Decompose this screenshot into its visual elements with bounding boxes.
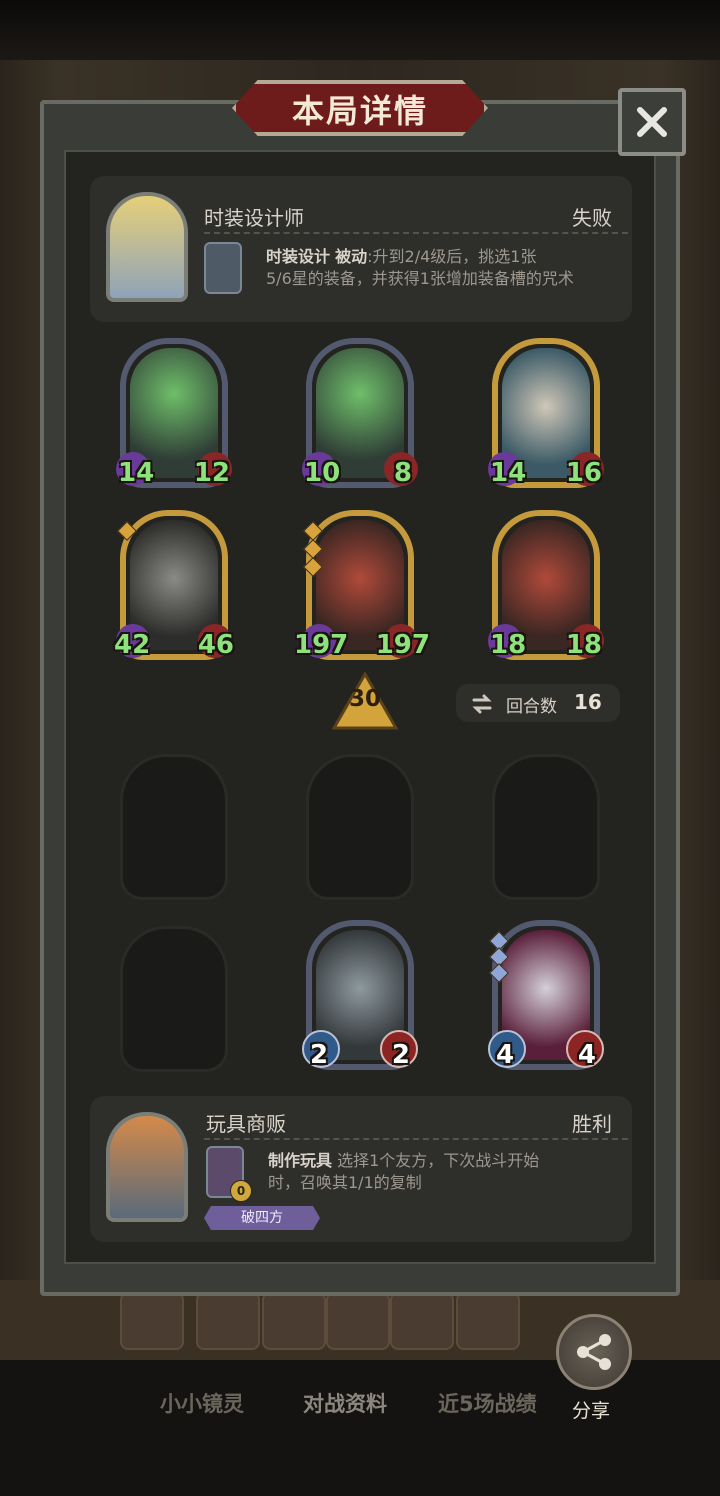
unit-card[interactable]: 42 46 (114, 510, 234, 660)
skill-name: 时装设计 (266, 247, 331, 266)
attack-value: 14 (490, 458, 527, 488)
unit-card[interactable]: 18 18 (488, 510, 604, 660)
health-value: 2 (391, 1040, 410, 1070)
health-value: 197 (375, 630, 430, 660)
avatar (106, 192, 188, 302)
empty-slot (306, 754, 414, 900)
strip-card (456, 1292, 520, 1350)
share-icon (577, 1334, 611, 1370)
title-tag: 破四方 (204, 1206, 320, 1230)
skill-desc-line1: :升到2/4级后，挑选1张 (367, 247, 537, 266)
close-icon (637, 107, 667, 137)
avatar (106, 1112, 188, 1222)
skill-desc-line2: 5/6星的装备，并获得1张增加装备槽的咒术 (266, 269, 574, 288)
close-button[interactable] (618, 88, 686, 156)
strip-card (196, 1292, 260, 1350)
share-button[interactable] (556, 1314, 632, 1390)
attack-value: 14 (118, 458, 155, 488)
tab-battle-data[interactable]: 对战资料 (303, 1388, 387, 1418)
share-label: 分享 (572, 1400, 611, 1422)
empty-slot (120, 754, 228, 900)
skill-type: 被动 (335, 247, 368, 266)
skill-desc-line2: 时，召唤其1/1的复制 (268, 1173, 422, 1192)
strip-card (326, 1292, 390, 1350)
divider (204, 1138, 628, 1140)
health-value: 16 (565, 458, 602, 488)
unit-card[interactable]: 10 8 (302, 338, 418, 488)
player-name: 玩具商贩 (206, 1112, 286, 1136)
skill-description: 时装设计 被动:升到2/4级后，挑选1张 5/6星的装备，并获得1张增加装备槽的… (266, 246, 574, 290)
opponent-result: 失败 (572, 206, 612, 230)
gold-badge: 0 (230, 1180, 252, 1202)
health-value: 18 (565, 630, 602, 660)
attack-value: 197 (294, 630, 349, 660)
tab-recent-five[interactable]: 近5场战绩 (438, 1388, 537, 1418)
skill-name: 制作玩具 (268, 1151, 333, 1170)
dialog-title: 本局详情 (291, 92, 428, 130)
skill-description: 制作玩具 选择1个友方，下次战斗开始 时，召唤其1/1的复制 (268, 1150, 539, 1194)
attack-value: 42 (114, 630, 151, 660)
unit-card[interactable]: 2 2 (302, 920, 418, 1070)
health-value: 4 (577, 1040, 596, 1070)
empty-slot (120, 926, 228, 1072)
unit-card[interactable]: 14 12 (116, 338, 232, 488)
tab-mirror-spirit[interactable]: 小小镜灵 (160, 1388, 244, 1418)
unit-card[interactable]: 197 197 (294, 510, 430, 660)
health-value: 12 (193, 458, 230, 488)
round-value: 16 (574, 690, 602, 714)
level-value: 30 (348, 686, 381, 712)
attack-value: 10 (304, 458, 341, 488)
unit-card[interactable]: 4 4 (488, 920, 604, 1070)
health-value: 46 (197, 630, 234, 660)
cycle-icon (472, 694, 492, 714)
round-label: 回合数 (506, 697, 557, 717)
opponent-name: 时装设计师 (204, 206, 304, 230)
skill-icon[interactable] (204, 242, 242, 294)
empty-slot (492, 754, 600, 900)
attack-value: 4 (496, 1040, 515, 1070)
strip-card (390, 1292, 454, 1350)
strip-card (262, 1292, 326, 1350)
skill-desc-line1: 选择1个友方，下次战斗开始 (337, 1151, 540, 1170)
attack-value: 2 (310, 1040, 329, 1070)
divider (204, 232, 628, 234)
player-result: 胜利 (572, 1112, 612, 1136)
health-value: 8 (393, 458, 412, 488)
unit-card[interactable]: 14 16 (488, 338, 604, 488)
strip-card (120, 1292, 184, 1350)
top-dark-area (0, 0, 720, 60)
attack-value: 18 (490, 630, 527, 660)
